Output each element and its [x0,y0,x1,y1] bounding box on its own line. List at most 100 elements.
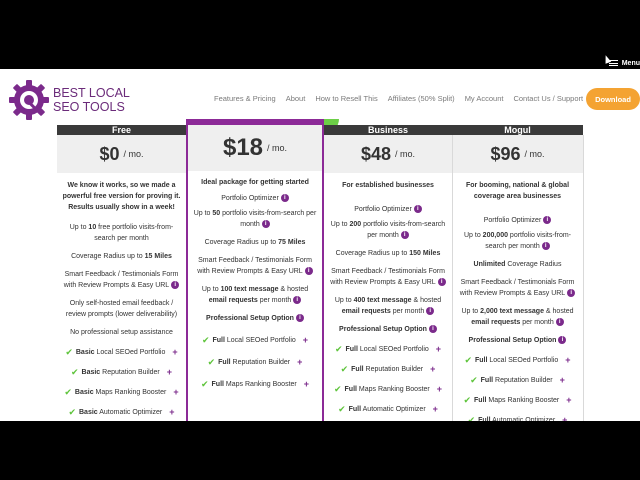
plan-description: We know it works, so we made a powerful … [57,180,186,213]
sms-suffix: per month [390,308,425,315]
info-icon[interactable]: i [400,231,409,240]
feature-level: Basic [81,369,101,376]
feature-label: Full Local SEOed Portfolio [475,355,558,366]
portfolio-visits-row: Up to 200 portfolio visits-from-search p… [324,219,452,241]
optimizer-label: Portfolio Optimizer [483,217,542,224]
info-icon[interactable]: i [428,325,437,334]
info-icon[interactable]: i [304,267,313,276]
expand-plus-icon[interactable]: + [304,379,309,390]
sms-count: 100 text message [220,286,279,293]
feature-level: Full [345,346,358,353]
optimizer-row: Portfolio Optimizer i [324,204,452,215]
optimizer-label: Portfolio Optimizer [354,206,412,213]
expand-plus-icon[interactable]: + [436,344,441,355]
sms-mid: & hosted [543,308,574,315]
nav-resell[interactable]: How to Resell This [315,94,377,103]
expand-plus-icon[interactable]: + [566,395,571,406]
plan-features: We know it works, so we made a powerful … [57,173,186,418]
checkmark-icon: ✔ [333,384,342,394]
checkmark-icon: ✔ [340,364,349,374]
expand-plus-icon[interactable]: + [297,357,302,368]
info-icon[interactable]: i [295,314,304,323]
expand-plus-icon[interactable]: + [560,375,565,386]
info-icon[interactable]: i [261,220,270,229]
expand-plus-icon[interactable]: + [169,407,174,418]
info-icon[interactable]: i [280,194,289,203]
info-icon[interactable]: i [293,296,302,305]
info-icon[interactable]: i [543,216,552,225]
screen: Menu BEST LOCAL SEO TOOLS Features & Pri… [0,0,640,480]
price-box: $96/ mo. [452,135,583,173]
plan-features: For established businesses Portfolio Opti… [324,173,452,415]
column-divider [452,135,453,421]
logo-line-2: SEO TOOLS [53,100,125,114]
plan-column-free: Free $0/ mo. We know it works, so we made … [57,125,186,418]
feature-item: ✔ Full Reputation Builder + [188,357,322,368]
column-divider [583,135,584,421]
feature-item: ✔ Full Reputation Builder + [452,375,583,386]
radius-value: 75 Miles [278,239,306,246]
feature-level: Full [351,366,364,373]
nav-contact[interactable]: Contact Us / Support [513,94,583,103]
sms-email: email requests [471,319,521,326]
feature-item: ✔ Basic Maps Ranking Booster + [57,387,186,398]
plan-features: Ideal package for getting started Portfol… [188,171,322,390]
info-icon[interactable]: i [555,318,564,327]
feature-label: Basic Maps Ranking Booster [75,387,166,398]
plan-column-business: Business $48/ mo. For established business… [324,125,452,415]
text-message-row: Up to 2,000 text message & hosted email … [452,306,583,328]
radius-prefix: Coverage Radius up to [204,239,279,246]
plan-name: Mogul [452,125,583,135]
checkmark-icon: ✔ [470,375,478,385]
sms-mid: & hosted [411,297,442,304]
setup-row: Professional Setup Option i [188,313,322,324]
menu-label: Menu [621,59,640,67]
price-box: $0/ mo. [57,135,186,173]
checkmark-icon: ✔ [463,395,472,405]
feature-level: Full [478,417,491,421]
feature-text: Reputation Builder [230,359,291,366]
expand-plus-icon[interactable]: + [562,415,567,421]
expand-plus-icon[interactable]: + [433,404,438,415]
info-icon[interactable]: i [413,205,422,214]
nav-features-pricing[interactable]: Features & Pricing [214,94,276,103]
expand-plus-icon[interactable]: + [173,387,178,398]
feature-item: ✔ Full Reputation Builder + [324,364,452,375]
info-icon[interactable]: i [558,336,567,345]
feature-level: Full [475,357,488,364]
menu-button[interactable]: Menu [608,57,640,69]
nav-about[interactable]: About [286,94,306,103]
sms-count: 400 text message [353,297,412,304]
download-button[interactable]: Download [586,88,640,110]
expand-plus-icon[interactable]: + [167,367,172,378]
feature-text: Maps Ranking Booster [93,389,167,396]
coverage-radius-row: Coverage Radius up to 150 Miles [324,248,452,259]
expand-plus-icon[interactable]: + [437,384,442,395]
info-icon[interactable]: i [426,307,435,316]
feature-label: Full Reputation Builder [218,357,290,368]
feature-text: Local SEOed Portfolio [94,349,166,356]
text-message-row: Only self-hosted email feedback / review… [57,298,186,320]
smart-feedback-text: Smart Feedback / Testimonials Form with … [459,279,575,297]
info-icon[interactable]: i [171,281,180,290]
checkmark-icon: ✔ [334,344,343,354]
nav-my-account[interactable]: My Account [465,94,504,103]
info-icon[interactable]: i [541,242,550,251]
nav-affiliates[interactable]: Affiliates (50% Split) [388,94,455,103]
sms-email: email requests [208,297,258,304]
expand-plus-icon[interactable]: + [565,355,570,366]
radius-value: Unlimited [473,261,506,268]
info-icon[interactable]: i [437,278,446,287]
setup-row: Professional Setup Option i [324,324,452,335]
plan-description: For established businesses [324,180,452,191]
site-logo[interactable]: BEST LOCAL SEO TOOLS [8,79,130,121]
smart-feedback-row: Smart Feedback / Testimonials Form with … [57,269,186,291]
info-icon[interactable]: i [567,289,576,298]
main-nav: Features & Pricing About How to Resell T… [214,94,583,103]
expand-plus-icon[interactable]: + [303,335,308,346]
feature-label: Full Maps Ranking Booster [212,379,297,390]
plan-name: Free [57,125,186,135]
text-message-row: Up to 400 text message & hosted email re… [324,295,452,317]
expand-plus-icon[interactable]: + [430,364,435,375]
expand-plus-icon[interactable]: + [172,347,177,358]
